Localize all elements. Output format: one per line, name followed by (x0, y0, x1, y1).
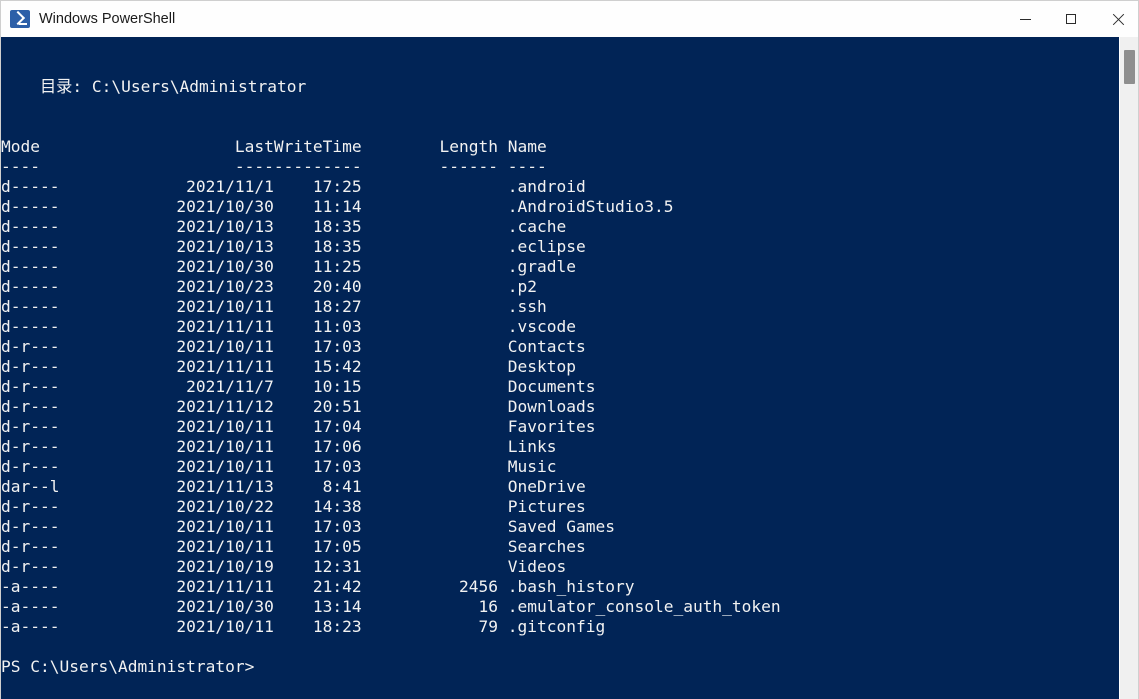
powershell-window: Windows PowerShell 目录: C:\Users\Administ… (0, 0, 1139, 699)
console-output-area[interactable]: 目录: C:\Users\Administrator Mode LastWrit… (1, 37, 1119, 699)
minimize-button[interactable] (1002, 1, 1048, 37)
title-bar: Windows PowerShell (1, 1, 1138, 37)
title-bar-left: Windows PowerShell (1, 1, 1002, 37)
window-title: Windows PowerShell (39, 10, 176, 27)
close-button[interactable] (1094, 1, 1138, 37)
minimize-icon (1019, 18, 1031, 20)
powershell-icon (10, 10, 30, 28)
powershell-icon-underscore (19, 23, 27, 25)
console-text: 目录: C:\Users\Administrator Mode LastWrit… (1, 77, 781, 676)
maximize-icon (1066, 14, 1076, 24)
close-icon (1111, 13, 1124, 26)
maximize-button[interactable] (1048, 1, 1094, 37)
window-controls (1002, 1, 1138, 37)
scrollbar-thumb[interactable] (1124, 50, 1135, 84)
console-scrollbar[interactable] (1119, 37, 1138, 699)
